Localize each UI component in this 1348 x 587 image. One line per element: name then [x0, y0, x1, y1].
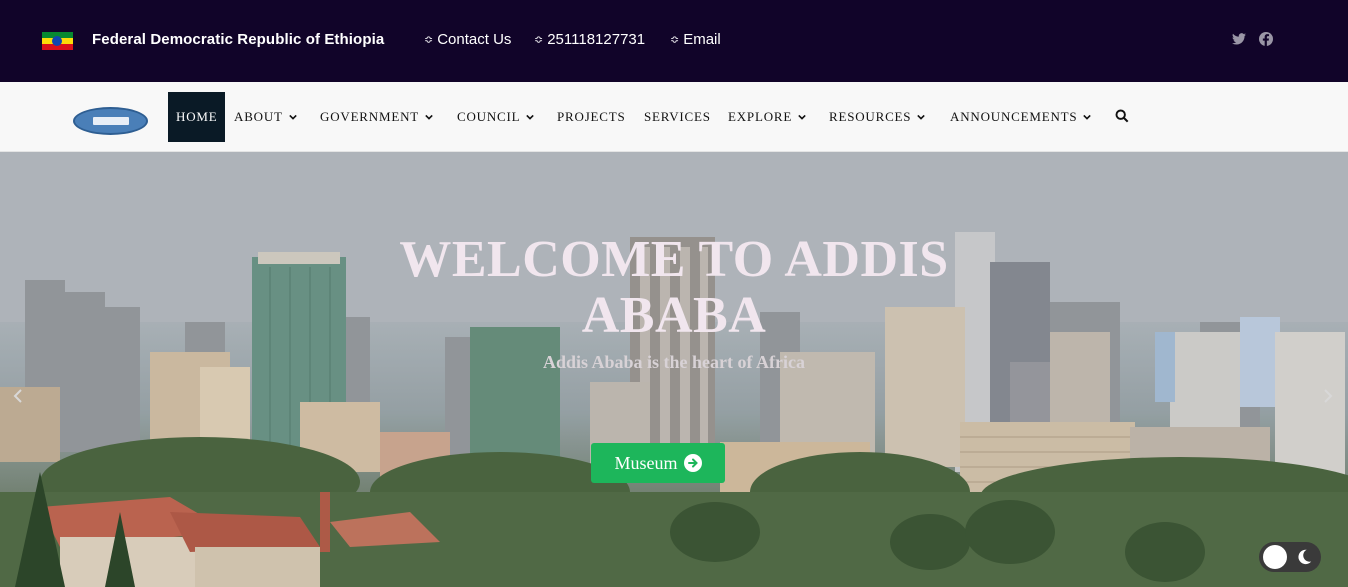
- hero-title: WELCOME TO ADDIS ABABA: [399, 231, 949, 344]
- slider-next-icon[interactable]: [1322, 388, 1334, 404]
- chevron-down-icon: [289, 114, 297, 120]
- nav-services[interactable]: SERVICES: [644, 92, 711, 142]
- chevron-down-icon: [798, 114, 806, 120]
- dark-mode-toggle[interactable]: [1259, 542, 1321, 572]
- email-icon: ≎: [670, 34, 680, 46]
- link-icon: ≎: [424, 34, 434, 46]
- top-bar: Federal Democratic Republic of Ethiopia …: [0, 0, 1348, 82]
- chevron-down-icon: [917, 114, 926, 120]
- site-logo[interactable]: [73, 107, 148, 135]
- nav-resources[interactable]: RESOURCES: [829, 92, 926, 142]
- facebook-icon[interactable]: [1259, 32, 1273, 46]
- nav-announcements[interactable]: ANNOUNCEMENTS: [950, 92, 1092, 142]
- contact-us-link[interactable]: ≎ Contact Us: [424, 31, 511, 48]
- chevron-down-icon: [425, 114, 433, 120]
- twitter-icon[interactable]: [1232, 32, 1246, 46]
- nav-explore[interactable]: EXPLORE: [728, 92, 806, 142]
- slider-prev-icon[interactable]: [12, 388, 24, 404]
- museum-button[interactable]: Museum: [591, 443, 725, 483]
- search-icon[interactable]: [1115, 109, 1131, 125]
- nav-home[interactable]: HOME: [168, 92, 226, 142]
- main-navbar: HOME ABOUT GOVERNMENT COUNCIL PROJECTS S…: [0, 82, 1348, 152]
- country-name: Federal Democratic Republic of Ethiopia: [92, 31, 385, 48]
- email-link[interactable]: ≎ Email: [670, 31, 721, 48]
- arrow-right-circle-icon: [683, 454, 702, 472]
- nav-council[interactable]: COUNCIL: [457, 92, 535, 142]
- nav-government[interactable]: GOVERNMENT: [320, 92, 433, 142]
- nav-about[interactable]: ABOUT: [234, 92, 297, 142]
- hero-subtitle: Addis Ababa is the heart of Africa: [542, 352, 805, 372]
- moon-icon: [1298, 549, 1312, 565]
- phone-icon: ≎: [534, 34, 544, 46]
- hero-slider: WELCOME TO ADDIS ABABA Addis Ababa is th…: [0, 152, 1348, 587]
- ethiopia-flag-icon: [42, 32, 73, 50]
- nav-projects[interactable]: PROJECTS: [557, 92, 626, 142]
- chevron-down-icon: [1083, 114, 1092, 120]
- toggle-knob: [1263, 545, 1287, 569]
- logo-building-icon: [92, 117, 129, 125]
- chevron-down-icon: [526, 114, 535, 120]
- phone-link[interactable]: ≎ 251118127731: [534, 31, 645, 48]
